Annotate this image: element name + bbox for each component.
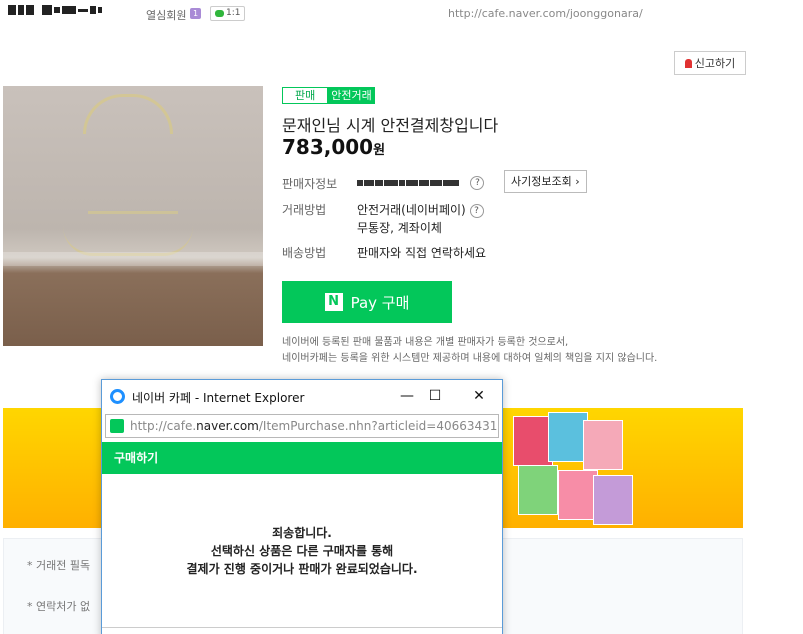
method-value-1: 안전거래(네이버페이) [357,203,466,217]
page-icon [110,419,124,433]
seller-label: 판매자정보 [282,177,338,191]
nickname-masked[interactable] [8,5,102,15]
chat-button[interactable]: 1:1 [210,6,246,21]
close-button[interactable]: ✕ [464,384,494,408]
url-suffix: /ItemPurchase.nhn?articleid=406634311&cl… [258,419,498,433]
minimize-button[interactable]: — [392,384,422,408]
trade-tags: 판매 안전거래 [282,87,375,104]
ie-popup-window[interactable]: 네이버 카페 - Internet Explorer — ☐ ✕ http://… [101,379,503,634]
tag-sale: 판매 [282,87,329,104]
message-line-2: 선택하신 상품은 다른 구매자를 통해 [210,544,394,558]
method-label: 거래방법 [282,203,327,217]
naver-pay-buy-button[interactable]: N Pay 구매 [282,281,452,323]
disclaimer-line-1: 네이버에 등록된 판매 물품과 내용은 개별 판매자가 등록한 것으로서, [282,337,569,348]
popup-url[interactable]: http://cafe.naver.com/ItemPurchase.nhn?a… [130,419,498,433]
delivery-value: 판매자와 직접 연락하세요 [357,246,487,260]
books-illustration [503,410,633,525]
top-bar: 열심회원 1 1:1 http://cafe.naver.com/joonggo… [0,0,803,30]
method-value-2: 무통장, 계좌이체 [357,221,442,235]
siren-icon [684,58,692,68]
price-value: 783,000 [282,135,374,159]
report-label: 신고하기 [694,57,736,70]
delivery-label: 배송방법 [282,246,327,260]
chat-bubble-icon [215,10,224,17]
popup-titlebar[interactable]: 네이버 카페 - Internet Explorer — ☐ ✕ [102,380,502,412]
seller-id-masked[interactable]: ? [357,175,485,190]
url-domain: naver.com [196,419,259,433]
trade-method-row: 거래방법 안전거래(네이버페이) ? 무통장, 계좌이체 [282,201,582,237]
popup-divider [102,627,502,628]
help-icon[interactable]: ? [470,175,485,190]
url-prefix: http://cafe. [130,419,197,433]
product-image[interactable] [3,86,263,346]
notice-line-1: * 거래전 필독 [27,559,91,572]
chat-label: 1:1 [226,8,241,18]
pay-button-label: Pay 구매 [350,293,410,312]
level-badge: 1 [190,8,201,19]
internet-explorer-icon [110,389,125,404]
sold-out-message: 죄송합니다. 선택하신 상품은 다른 구매자를 통해 결제가 진행 중이거나 판… [102,524,502,578]
product-price: 783,000원 [282,135,385,159]
tag-safe-trade: 안전거래 [328,87,375,104]
price-unit: 원 [373,143,386,158]
disclaimer: 네이버에 등록된 판매 물품과 내용은 개별 판매자가 등록한 것으로서, 네이… [282,335,657,367]
fraud-check-label: 사기정보조회 [511,175,572,188]
maximize-button[interactable]: ☐ [420,384,450,408]
cafe-url-link[interactable]: http://cafe.naver.com/joonggonara/ [448,7,643,20]
product-title: 문재인님 시계 안전결제창입니다 [282,116,499,135]
notice-line-2: * 연락처가 없 [27,600,91,613]
naver-n-icon: N [324,293,343,311]
message-line-1: 죄송합니다. [272,526,332,540]
message-line-3: 결제가 진행 중이거나 판매가 완료되었습니다. [186,562,418,576]
purchase-header: 구매하기 [102,442,502,474]
member-grade: 열심회원 [146,9,187,22]
disclaimer-line-2: 네이버카페는 등록을 위한 시스템만 제공하며 내용에 대하여 일체의 책임을 … [282,353,658,364]
report-button[interactable]: 신고하기 [674,51,746,75]
popup-address-bar[interactable]: http://cafe.naver.com/ItemPurchase.nhn?a… [105,414,499,438]
help-icon[interactable]: ? [469,203,484,218]
fraud-check-button[interactable]: 사기정보조회 › [504,170,587,193]
method-value: 안전거래(네이버페이) ? 무통장, 계좌이체 [357,201,484,238]
popup-title: 네이버 카페 - Internet Explorer [132,391,305,405]
